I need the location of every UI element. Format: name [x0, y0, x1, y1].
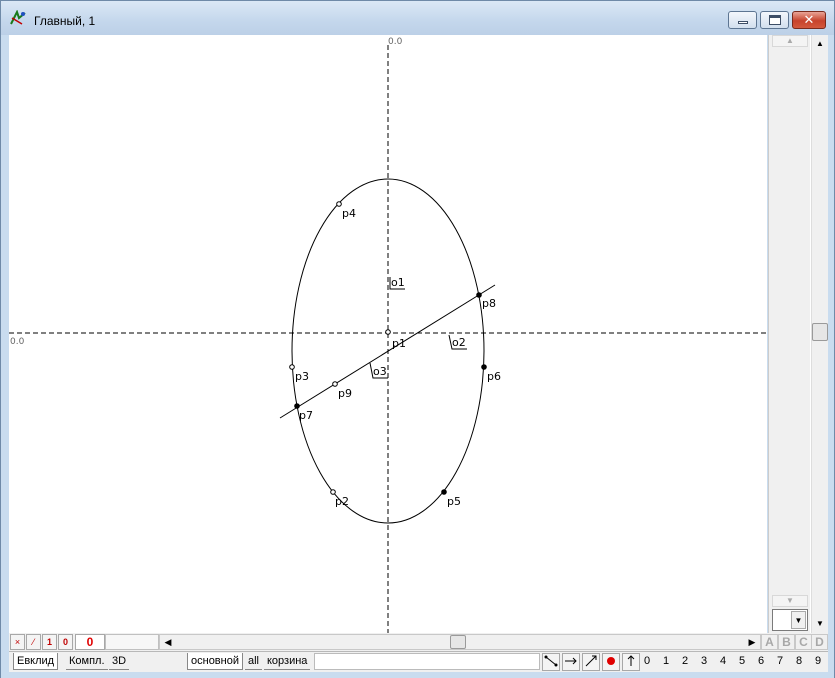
title-bar[interactable]: Главный, 1 ✕: [1, 1, 834, 35]
vector-tool-button[interactable]: [582, 653, 600, 671]
axis-label-left: 0.0: [10, 337, 25, 347]
layer-scroll-down-button[interactable]: ▼: [772, 595, 808, 607]
point-p8[interactable]: [476, 292, 482, 298]
one-button[interactable]: 1: [42, 634, 57, 650]
digit-button-8[interactable]: 8: [792, 655, 806, 667]
point-p2-label: p2: [335, 495, 349, 508]
tab-bar: Евклид Компл. 3D основной all корзина 0 …: [9, 651, 828, 672]
digit-button-7[interactable]: 7: [773, 655, 787, 667]
drawing-canvas[interactable]: 0.0 0.0 o1 o2 o3 p1 p2 p3 p4 p5 p6 p7 p8…: [9, 35, 767, 633]
scroll-right-arrow-icon[interactable]: ▶: [745, 635, 759, 649]
vertical-scrollbar[interactable]: ▲ ▼: [811, 35, 828, 633]
point-p2[interactable]: [330, 489, 336, 495]
selection-counter: 0: [75, 634, 105, 650]
window-left-edge: [1, 35, 9, 672]
chevron-down-icon[interactable]: ▼: [791, 611, 806, 629]
digit-button-0[interactable]: 0: [640, 655, 654, 667]
minimize-button[interactable]: [728, 11, 757, 29]
point-p1-label: p1: [392, 337, 406, 350]
tab-main-layer[interactable]: основной: [187, 653, 243, 670]
geometry-drawing[interactable]: 0.0 0.0 o1 o2 o3 p1 p2 p3 p4 p5 p6 p7 p8…: [9, 35, 767, 633]
status-field: [105, 634, 159, 650]
tab-complex[interactable]: Компл.: [66, 653, 108, 670]
line-tool-button[interactable]: ⁄: [26, 634, 41, 650]
digit-button-6[interactable]: 6: [754, 655, 768, 667]
segment-icon: [544, 655, 558, 667]
digit-button-9[interactable]: 9: [811, 655, 825, 667]
layer-scroll-up-button[interactable]: ▲: [772, 35, 808, 47]
tab-all[interactable]: all: [245, 653, 263, 670]
letter-button-a[interactable]: A: [761, 634, 778, 650]
letter-button-c[interactable]: C: [795, 634, 812, 650]
ray-tool-button[interactable]: [562, 653, 580, 671]
vertical-scroll-area: ▲ ▼ ▼ ▲ ▼: [768, 35, 828, 633]
close-button[interactable]: ✕: [792, 11, 826, 29]
point-p1[interactable]: [385, 329, 391, 335]
scroll-down-arrow-icon[interactable]: ▼: [812, 615, 828, 632]
tab-3d[interactable]: 3D: [109, 653, 130, 670]
maximize-icon: [769, 15, 781, 25]
digit-button-4[interactable]: 4: [716, 655, 730, 667]
digit-button-3[interactable]: 3: [697, 655, 711, 667]
window-bottom-edge: [1, 672, 834, 678]
point-p7-label: p7: [299, 409, 313, 422]
digit-button-1[interactable]: 1: [659, 655, 673, 667]
angle-o3-label: o3: [373, 365, 387, 378]
minimize-icon: [738, 21, 748, 24]
up-arrow-button[interactable]: [622, 653, 640, 671]
letter-button-b[interactable]: B: [778, 634, 795, 650]
diagonal-arrow-icon: [585, 655, 597, 667]
layer-tab-strip: [314, 653, 540, 670]
point-p4-label: p4: [342, 207, 356, 220]
tab-trash[interactable]: корзина: [264, 653, 311, 670]
point-p9[interactable]: [332, 381, 338, 387]
point-p5[interactable]: [441, 489, 447, 495]
point-p7[interactable]: [294, 403, 300, 409]
horizontal-scrollbar[interactable]: ◀ ▶: [159, 634, 761, 650]
point-p3-label: p3: [295, 370, 309, 383]
point-p4[interactable]: [336, 201, 342, 207]
axis-label-top: 0.0: [388, 37, 403, 47]
angle-o2-label: o2: [452, 336, 466, 349]
point-p6[interactable]: [481, 364, 487, 370]
app-logo-icon: [10, 10, 26, 25]
point-tool-button[interactable]: [602, 653, 620, 671]
digit-button-2[interactable]: 2: [678, 655, 692, 667]
app-window: Главный, 1 ✕ 0.0 0.0 o1 o2 o3 p1 p2 p3 p…: [0, 0, 835, 678]
digit-button-5[interactable]: 5: [735, 655, 749, 667]
vertical-scroll-thumb[interactable]: [812, 323, 828, 341]
point-p8-label: p8: [482, 297, 496, 310]
scroll-up-arrow-icon[interactable]: ▲: [812, 35, 828, 52]
scroll-left-arrow-icon[interactable]: ◀: [161, 635, 175, 649]
angle-o1-label: o1: [391, 276, 405, 289]
layer-dropdown[interactable]: ▼: [772, 609, 808, 631]
letter-button-d[interactable]: D: [811, 634, 828, 650]
zero-button[interactable]: 0: [58, 634, 73, 650]
point-p9-label: p9: [338, 387, 352, 400]
point-p6-label: p6: [487, 370, 501, 383]
point-p5-label: p5: [447, 495, 461, 508]
horizontal-scroll-thumb[interactable]: [450, 635, 466, 649]
maximize-button[interactable]: [760, 11, 789, 29]
status-bar: × ⁄ 1 0 0 ◀ ▶ A B C D: [9, 633, 828, 651]
arrow-up-icon: [627, 655, 635, 666]
delete-button[interactable]: ×: [10, 634, 25, 650]
point-p3[interactable]: [289, 364, 295, 370]
red-dot-icon: [607, 657, 615, 665]
window-title: Главный, 1: [34, 14, 96, 28]
window-right-edge: [828, 35, 834, 672]
close-icon: ✕: [803, 12, 815, 27]
segment-tool-button[interactable]: [542, 653, 560, 671]
arrow-right-icon: [565, 657, 577, 665]
tab-euclid[interactable]: Евклид: [13, 653, 59, 670]
layer-scroll-track[interactable]: ▲ ▼ ▼: [768, 35, 810, 633]
